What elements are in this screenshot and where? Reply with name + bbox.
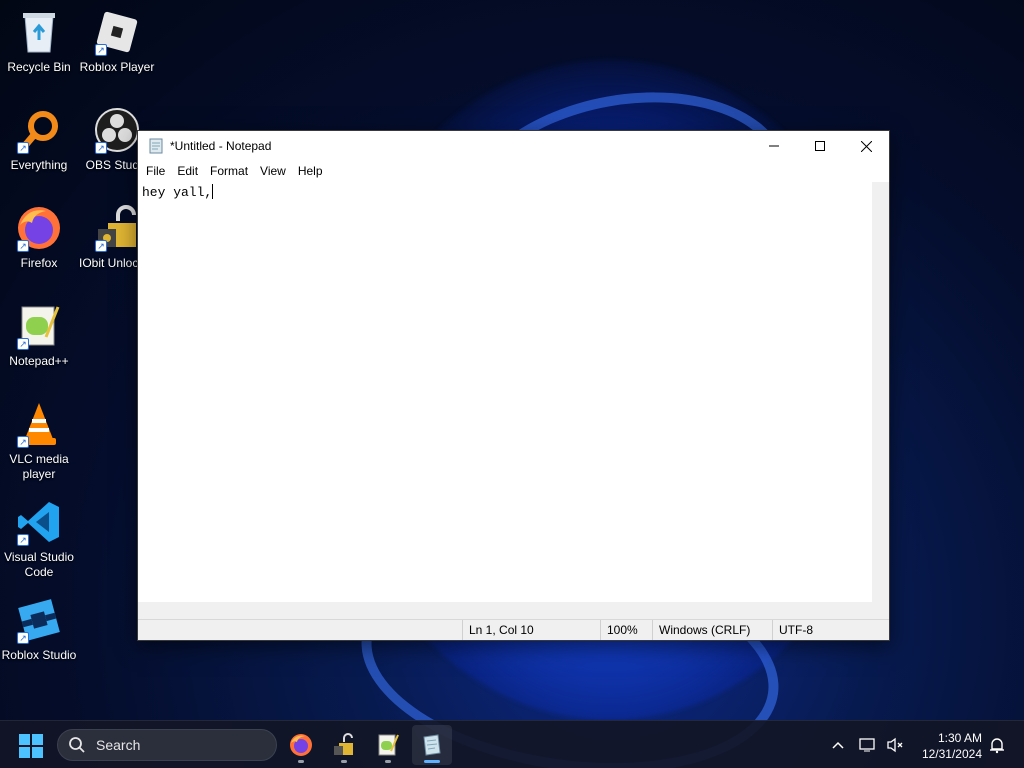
desktop-icon-roblox-studio[interactable]: ↗ Roblox Studio [0, 596, 78, 663]
editor-text: hey yall, [142, 185, 213, 200]
vlc-icon: ↗ [15, 400, 63, 448]
notepad-plus-plus-icon: ↗ [15, 302, 63, 350]
menu-help[interactable]: Help [292, 164, 329, 178]
minimize-button[interactable] [751, 131, 797, 161]
menu-edit[interactable]: Edit [171, 164, 204, 178]
window-title: *Untitled - Notepad [170, 139, 272, 153]
status-zoom: 100% [600, 620, 652, 640]
iobit-unlocker-icon: ↗ [93, 204, 141, 252]
desktop-icon-vscode[interactable]: ↗ Visual Studio Code [0, 498, 78, 580]
desktop-icon-label: Roblox Player [79, 60, 155, 74]
maximize-icon [815, 141, 825, 151]
desktop-icon-label: Roblox Studio [1, 648, 77, 662]
maximize-button[interactable] [797, 131, 843, 161]
status-bar: Ln 1, Col 10 100% Windows (CRLF) UTF-8 [138, 619, 889, 640]
desktop-icon-everything[interactable]: ↗ Everything [0, 106, 78, 173]
network-icon [859, 738, 875, 752]
taskbar-app-notepad[interactable] [412, 725, 452, 765]
scroll-corner [872, 602, 889, 619]
desktop-icon-label: VLC media player [9, 452, 69, 481]
taskbar-app-firefox[interactable] [281, 725, 321, 765]
close-button[interactable] [843, 131, 889, 161]
taskbar: Search 1:30 AM 12/31/2024 [0, 720, 1024, 768]
notepad-window[interactable]: *Untitled - Notepad File Edit Format Vie… [137, 130, 890, 641]
clock-time: 1:30 AM [937, 731, 982, 745]
volume-muted-icon [887, 737, 903, 753]
search-icon [69, 737, 85, 753]
desktop-icon-label: Firefox [20, 256, 58, 270]
windows-logo-icon [19, 734, 43, 758]
desktop-icon-recycle-bin[interactable]: Recycle Bin [0, 8, 78, 75]
notepad-plus-plus-icon [378, 734, 399, 756]
iobit-unlocker-icon [334, 733, 353, 755]
running-indicator [298, 760, 304, 763]
shortcut-arrow-icon: ↗ [95, 44, 107, 56]
active-indicator [424, 760, 440, 763]
title-bar[interactable]: *Untitled - Notepad [138, 131, 889, 161]
notepad-icon [423, 734, 441, 756]
desktop-icon-label: Visual Studio Code [4, 550, 74, 579]
running-indicator [385, 760, 391, 763]
system-clock[interactable]: 1:30 AM 12/31/2024 [922, 730, 982, 762]
text-editor[interactable]: hey yall, [138, 182, 889, 619]
notifications-button[interactable] [987, 735, 1007, 755]
taskbar-search[interactable]: Search [57, 729, 277, 761]
vertical-scrollbar[interactable] [872, 182, 889, 602]
notification-bell-icon [990, 738, 1004, 754]
running-indicator [341, 760, 347, 763]
volume-button[interactable] [885, 735, 905, 755]
text-caret [212, 184, 214, 199]
minimize-icon [769, 145, 779, 147]
status-encoding: UTF-8 [772, 620, 872, 640]
desktop-icon-roblox-player[interactable]: ↗ Roblox Player [78, 8, 156, 75]
shortcut-arrow-icon: ↗ [17, 534, 29, 546]
menu-view[interactable]: View [254, 164, 292, 178]
firefox-icon: ↗ [15, 204, 63, 252]
obs-studio-icon: ↗ [93, 106, 141, 154]
desktop-icon-label: Notepad++ [9, 354, 69, 368]
status-position: Ln 1, Col 10 [462, 620, 600, 640]
shortcut-arrow-icon: ↗ [95, 240, 107, 252]
horizontal-scrollbar[interactable] [138, 602, 872, 619]
shortcut-arrow-icon: ↗ [17, 338, 29, 350]
shortcut-arrow-icon: ↗ [17, 632, 29, 644]
desktop-icon-vlc[interactable]: ↗ VLC media player [0, 400, 78, 482]
shortcut-arrow-icon: ↗ [95, 142, 107, 154]
recycle-bin-icon [15, 8, 63, 56]
menu-file[interactable]: File [140, 164, 171, 178]
clock-date: 12/31/2024 [921, 747, 982, 761]
show-hidden-icons-button[interactable] [828, 735, 848, 755]
shortcut-arrow-icon: ↗ [17, 436, 29, 448]
status-line-endings: Windows (CRLF) [652, 620, 772, 640]
desktop-icon-firefox[interactable]: ↗ Firefox [0, 204, 78, 271]
everything-search-icon: ↗ [15, 106, 63, 154]
shortcut-arrow-icon: ↗ [17, 240, 29, 252]
desktop-icon-label: Recycle Bin [7, 60, 71, 74]
editor-content[interactable]: hey yall, [142, 184, 871, 601]
taskbar-app-iobit-unlocker[interactable] [324, 725, 364, 765]
roblox-studio-icon: ↗ [15, 596, 63, 644]
chevron-up-icon [832, 741, 844, 749]
menu-bar: File Edit Format View Help [138, 161, 889, 181]
taskbar-app-notepad-plus-plus[interactable] [368, 725, 408, 765]
start-button[interactable] [18, 733, 44, 759]
desktop-icon-label: Everything [10, 158, 68, 172]
network-status-button[interactable] [858, 735, 878, 755]
roblox-player-icon: ↗ [93, 8, 141, 56]
menu-format[interactable]: Format [204, 164, 254, 178]
firefox-icon [290, 734, 312, 756]
close-icon [860, 140, 872, 152]
search-placeholder: Search [96, 737, 141, 753]
vscode-icon: ↗ [15, 498, 63, 546]
shortcut-arrow-icon: ↗ [17, 142, 29, 154]
desktop-icon-notepad-plus-plus[interactable]: ↗ Notepad++ [0, 302, 78, 369]
notepad-icon [148, 138, 164, 154]
